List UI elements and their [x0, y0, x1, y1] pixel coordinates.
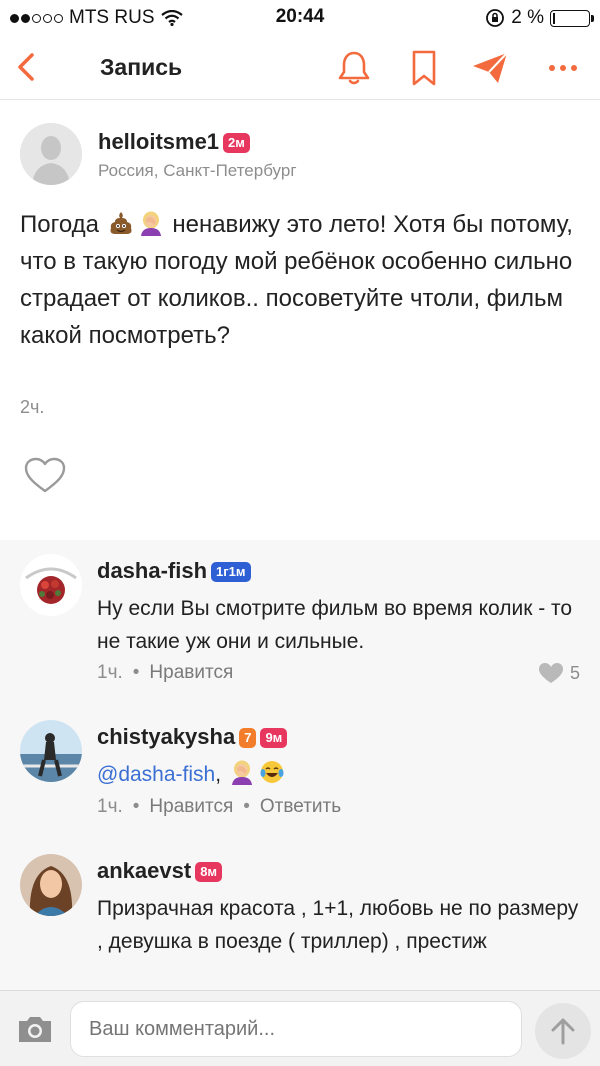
membership-badge: 8м	[195, 862, 223, 883]
heart-filled-icon	[538, 663, 563, 683]
avatar[interactable]	[20, 854, 82, 916]
comment-time: 1ч.	[97, 662, 123, 683]
comment-text: Ну если Вы смотрите фильм во время колик…	[97, 597, 573, 653]
comment-meta: 1ч. • Нравится	[97, 662, 233, 684]
comment-input[interactable]	[70, 1001, 522, 1057]
like-comment-link[interactable]: Нравится	[149, 662, 233, 683]
post-author-username[interactable]: helloitsme1	[98, 129, 219, 154]
membership-badge: 9м	[260, 728, 288, 749]
comment-time: 1ч.	[97, 796, 123, 817]
page-title: Запись	[100, 54, 183, 80]
heart-like-icon[interactable]	[24, 457, 66, 493]
level-badge: 7	[239, 728, 257, 749]
default-avatar-icon	[20, 123, 82, 185]
reply-comment-link[interactable]: Ответить	[260, 796, 341, 817]
comment-author-row: chistyakysha 7 9м	[97, 724, 288, 750]
comment-author-username[interactable]: chistyakysha	[97, 724, 235, 749]
separator-dot: •	[243, 796, 250, 817]
portrait-avatar-image	[20, 854, 82, 916]
separator-dot: •	[132, 662, 140, 683]
comment-text: Призрачная красота , 1+1, любовь не по р…	[97, 897, 579, 953]
mention-link[interactable]: @dasha-fish	[97, 763, 215, 786]
post-text-rest: ненавижу это лето! Хотя бы потому, что в…	[20, 211, 573, 349]
camera-icon[interactable]	[16, 1013, 54, 1045]
bell-icon[interactable]	[334, 48, 374, 88]
more-options-icon[interactable]	[544, 48, 584, 88]
avatar[interactable]	[20, 720, 82, 782]
clock: 20:44	[275, 6, 325, 27]
tears-of-joy-emoji-icon	[260, 761, 284, 783]
bouquet-avatar-image	[20, 554, 82, 616]
post-location: Россия, Санкт-Петербург	[98, 161, 297, 180]
separator-dot: •	[132, 796, 140, 817]
comment-text-punct: ,	[215, 763, 222, 786]
like-count: 5	[569, 662, 580, 683]
comment-text: @dasha-fish,	[97, 758, 587, 791]
battery-icon	[550, 9, 594, 27]
comments-list: dasha-fish 1г1м Ну если Вы смотрите фильм…	[0, 540, 600, 990]
comment-composer	[0, 990, 600, 1066]
comment-author-username[interactable]: ankaevst	[97, 858, 191, 883]
share-send-icon[interactable]	[470, 48, 510, 88]
membership-badge: 1г1м	[211, 562, 251, 583]
facepalm-woman-emoji-icon	[231, 760, 252, 785]
arrow-up-icon	[551, 1018, 575, 1045]
status-bar: MTS RUS 20:44 2 %	[0, 0, 600, 36]
post-author-row: helloitsme1 2м	[98, 129, 250, 155]
post: helloitsme1 2м Россия, Санкт-Петербург По…	[0, 101, 600, 539]
poop-emoji-icon	[110, 212, 132, 234]
comment-author-row: ankaevst 8м	[97, 858, 223, 884]
avatar[interactable]	[20, 123, 82, 185]
beach-avatar-image	[20, 720, 82, 782]
post-text-start: Погода	[20, 211, 99, 238]
comment-likes[interactable]: 5	[538, 662, 580, 684]
comment-author-row: dasha-fish 1г1м	[97, 558, 251, 584]
nav-bar: Запись	[0, 36, 600, 100]
membership-badge: 2м	[223, 133, 250, 154]
post-body: Погода ненавижу это лето! Хотя бы потому…	[20, 206, 580, 354]
bookmark-icon[interactable]	[404, 48, 444, 88]
like-comment-link[interactable]: Нравится	[149, 796, 233, 817]
avatar[interactable]	[20, 554, 82, 616]
back-arrow-icon[interactable]	[10, 50, 44, 84]
comment-meta: 1ч. • Нравится • Ответить	[97, 796, 341, 818]
facepalm-woman-emoji-icon	[140, 211, 161, 236]
comment-author-username[interactable]: dasha-fish	[97, 558, 207, 583]
send-comment-button[interactable]	[535, 1003, 591, 1059]
post-timestamp: 2ч.	[20, 397, 45, 417]
